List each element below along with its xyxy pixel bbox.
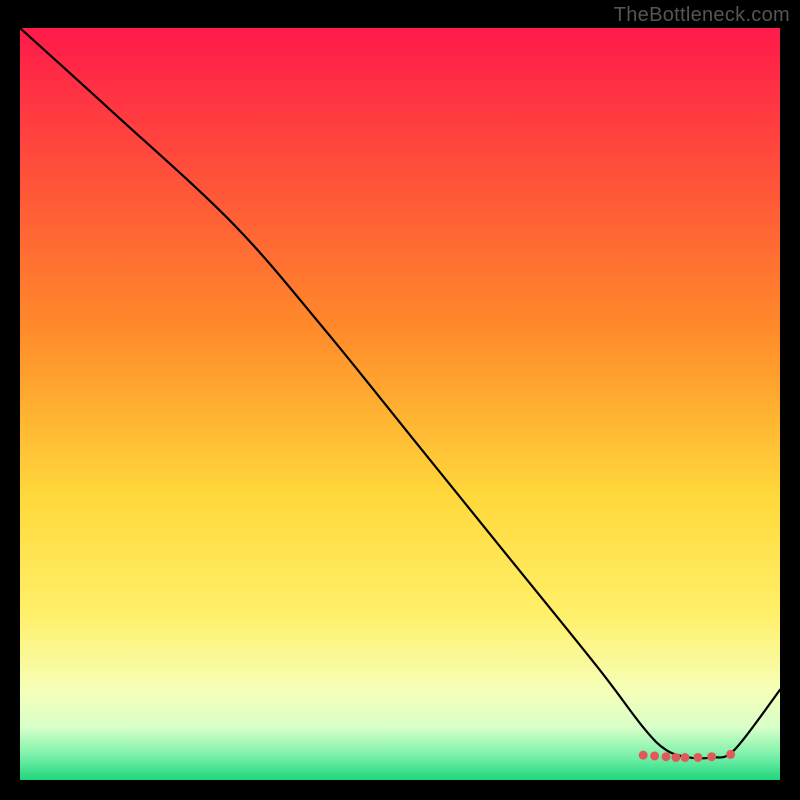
- marker-dot: [707, 752, 716, 761]
- marker-dot: [650, 751, 659, 760]
- marker-dot: [639, 751, 648, 760]
- marker-dot: [681, 753, 690, 762]
- watermark-text: TheBottleneck.com: [614, 4, 790, 27]
- chart-area: [20, 28, 780, 780]
- marker-dot: [671, 753, 680, 762]
- marker-dot: [662, 752, 671, 761]
- marker-dot: [693, 753, 702, 762]
- marker-dot: [726, 750, 735, 759]
- chart-svg: [20, 28, 780, 780]
- chart-background: [20, 28, 780, 780]
